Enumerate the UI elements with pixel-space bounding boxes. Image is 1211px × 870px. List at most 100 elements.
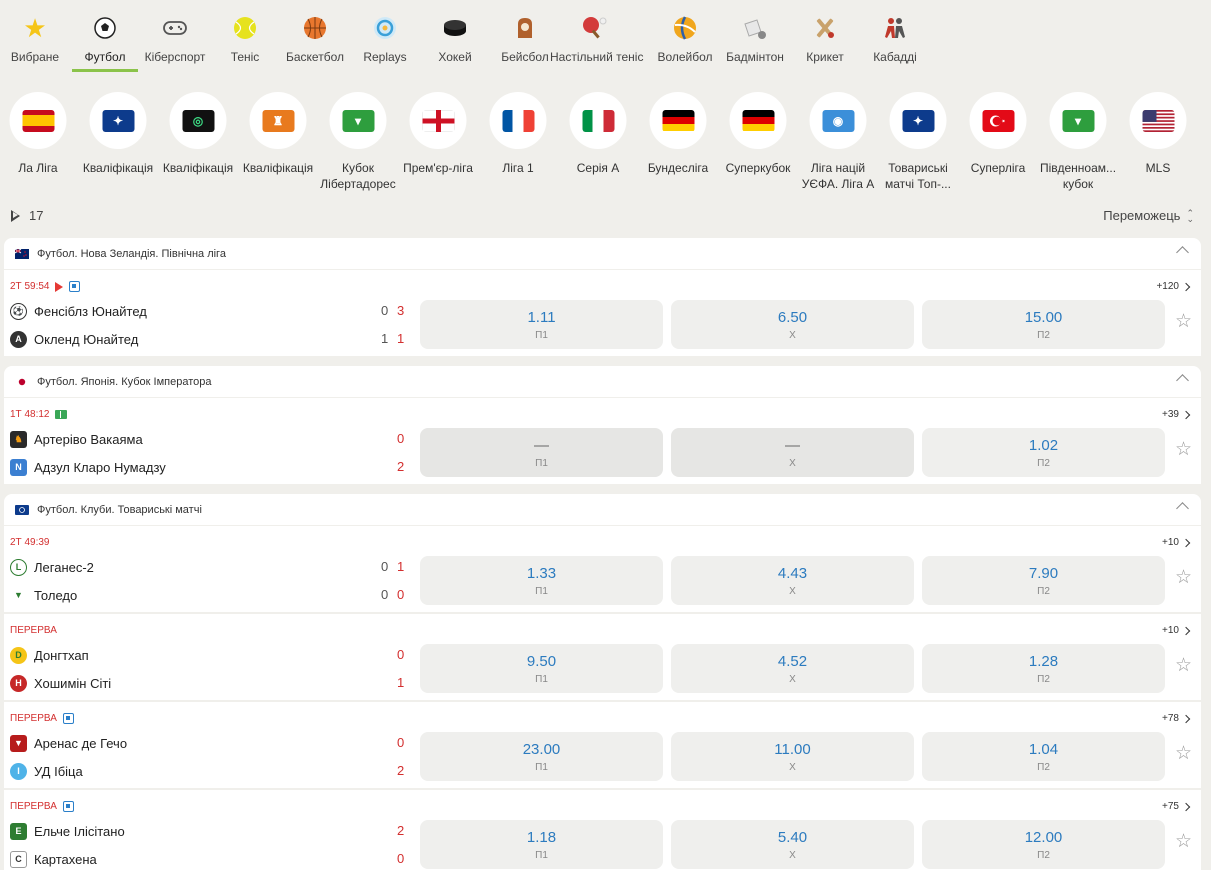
more-markets-link[interactable]: +120 bbox=[1156, 281, 1191, 292]
league-premier-league[interactable]: Прем'єр-ліга bbox=[398, 92, 478, 194]
team-logo-icon: N bbox=[10, 458, 27, 476]
odd-button-draw[interactable]: 4.52 Х bbox=[671, 644, 914, 693]
collapse-chevron-icon[interactable] bbox=[1176, 246, 1189, 259]
team-logo-icon: A bbox=[10, 330, 27, 348]
team-logo-icon: D bbox=[10, 646, 27, 664]
league-group-header[interactable]: Футбол. Нова Зеландія. Північна ліга bbox=[4, 238, 1201, 269]
more-markets-link[interactable]: +10 bbox=[1162, 625, 1191, 636]
odd-button-away[interactable]: 15.00 П2 bbox=[922, 300, 1165, 349]
odd-button-away[interactable]: 7.90 П2 bbox=[922, 556, 1165, 605]
odd-button-home[interactable]: 1.33 П1 bbox=[420, 556, 663, 605]
more-markets-link[interactable]: +10 bbox=[1162, 537, 1191, 548]
team-name: Окленд Юнайтед bbox=[34, 331, 139, 347]
champions-league-icon: ✦ bbox=[102, 109, 134, 132]
league-bundesliga[interactable]: Бундесліга bbox=[638, 92, 718, 194]
table-tennis-icon bbox=[582, 15, 608, 41]
sport-tab-kabaddi[interactable]: Кабадді bbox=[860, 0, 930, 72]
odd-button-away[interactable]: 1.02 П2 bbox=[922, 428, 1165, 477]
league-mls[interactable]: MLS bbox=[1118, 92, 1198, 194]
league-uel-qualification[interactable]: ♜ Кваліфікація bbox=[238, 92, 318, 194]
stream-icon[interactable] bbox=[62, 713, 74, 724]
favorite-star-icon[interactable]: ☆ bbox=[1175, 744, 1192, 763]
stream-icon[interactable] bbox=[69, 281, 81, 292]
league-supercup[interactable]: Суперкубок bbox=[718, 92, 798, 194]
odd-button-home[interactable]: 1.18 П1 bbox=[420, 820, 663, 869]
odd-key: Х bbox=[789, 674, 796, 685]
odd-key: П2 bbox=[1037, 850, 1050, 861]
odd-value: 12.00 bbox=[1024, 829, 1063, 846]
stream-icon[interactable] bbox=[62, 801, 74, 812]
team-name: Адзул Кларо Нумадзу bbox=[34, 459, 166, 475]
tennis-ball-icon bbox=[232, 15, 258, 41]
odd-key: П2 bbox=[1037, 458, 1050, 469]
favorite-star-icon[interactable]: ☆ bbox=[1175, 568, 1192, 587]
league-group-header[interactable]: Футбол. Клуби. Товариські матчі bbox=[4, 494, 1201, 525]
sort-dropdown[interactable]: Переможець ⌃ ⌄ bbox=[1103, 208, 1194, 223]
odd-button-home[interactable]: — П1 bbox=[420, 428, 663, 477]
germany-flag-icon bbox=[662, 109, 694, 132]
league-friendlies-top[interactable]: ✦ Товариські матчі Топ-... bbox=[878, 92, 958, 194]
odd-button-away[interactable]: 12.00 П2 bbox=[922, 820, 1165, 869]
league-label: Кваліфікація bbox=[162, 161, 234, 175]
chevron-right-icon bbox=[1181, 538, 1191, 547]
sports-bar: ★ Вибране Футбол Кіберспорт Теніс Баскет… bbox=[0, 0, 930, 72]
favorite-star-icon[interactable]: ☆ bbox=[1175, 440, 1192, 459]
league-serie-a[interactable]: Серія А bbox=[558, 92, 638, 194]
odd-button-away[interactable]: 1.04 П2 bbox=[922, 732, 1165, 781]
league-group-header[interactable]: Футбол. Японія. Кубок Імператора bbox=[4, 366, 1201, 397]
favorite-star-icon[interactable]: ☆ bbox=[1175, 312, 1192, 331]
league-ucl-qualification[interactable]: ✦ Кваліфікація bbox=[78, 92, 158, 194]
odd-value: 1.28 bbox=[1028, 653, 1059, 670]
more-markets-link[interactable]: +39 bbox=[1162, 409, 1191, 420]
live-video-icon[interactable] bbox=[55, 281, 64, 292]
league-label: MLS bbox=[1145, 161, 1171, 175]
live-filter[interactable]: 17 bbox=[11, 208, 43, 223]
field-icon[interactable] bbox=[55, 410, 68, 419]
league-super-lig[interactable]: Суперліга bbox=[958, 92, 1038, 194]
league-label: Ліга націй УЄФА. Ліга А bbox=[801, 161, 875, 191]
odd-button-home[interactable]: 9.50 П1 bbox=[420, 644, 663, 693]
odd-button-home[interactable]: 1.11 П1 bbox=[420, 300, 663, 349]
odd-button-draw[interactable]: 4.43 Х bbox=[671, 556, 914, 605]
usa-flag-icon bbox=[1142, 109, 1174, 132]
match-row[interactable]: 2Т 59:54 ⚽ Фенсіблз Юнайтед A Окленд Юна… bbox=[4, 270, 1201, 356]
league-ligue-1[interactable]: Ліга 1 bbox=[478, 92, 558, 194]
match-row[interactable]: ПЕРЕРВА ▼ Аренас де Гечо I УД Ібіца 0 2 … bbox=[4, 702, 1201, 788]
match-row[interactable]: 1Т 48:12 ♞ Артеріво Вакаяма N Адзул Клар… bbox=[4, 398, 1201, 484]
league-uecl-qualification[interactable]: ◎ Кваліфікація bbox=[158, 92, 238, 194]
odd-button-draw[interactable]: 6.50 Х bbox=[671, 300, 914, 349]
odd-value: 9.50 bbox=[526, 653, 557, 670]
active-tab-indicator bbox=[72, 69, 138, 72]
odd-value: 11.00 bbox=[774, 741, 811, 758]
team-away: ▼ Толедо bbox=[10, 585, 77, 605]
team-away: N Адзул Кларо Нумадзу bbox=[10, 457, 166, 477]
match-row[interactable]: 2Т 49:39 L Леганес-2 ▼ Толедо 0 1 0 0 1.… bbox=[4, 526, 1201, 612]
odd-button-away[interactable]: 1.28 П2 bbox=[922, 644, 1165, 693]
play-icon bbox=[11, 209, 20, 222]
odd-value: 15.00 bbox=[1024, 309, 1063, 326]
league-group-title: Футбол. Японія. Кубок Імператора bbox=[37, 375, 212, 388]
team-home: ♞ Артеріво Вакаяма bbox=[10, 429, 143, 449]
collapse-chevron-icon[interactable] bbox=[1176, 374, 1189, 387]
favorite-star-icon[interactable]: ☆ bbox=[1175, 656, 1192, 675]
new-zealand-flag-icon bbox=[15, 248, 29, 259]
collapse-chevron-icon[interactable] bbox=[1176, 502, 1189, 515]
match-row[interactable]: ПЕРЕРВА D Донгтхап H Хошимін Сіті 0 1 9.… bbox=[4, 614, 1201, 700]
odd-button-draw[interactable]: 5.40 Х bbox=[671, 820, 914, 869]
favorite-star-icon[interactable]: ☆ bbox=[1175, 832, 1192, 851]
odd-button-draw[interactable]: 11.00 Х bbox=[671, 732, 914, 781]
more-markets-link[interactable]: +75 bbox=[1162, 801, 1191, 812]
odd-value: 1.33 bbox=[526, 565, 557, 582]
odd-value: 1.18 bbox=[526, 829, 557, 846]
sport-tab-table-tennis[interactable]: Настільний теніс bbox=[550, 0, 643, 72]
odd-button-home[interactable]: 23.00 П1 bbox=[420, 732, 663, 781]
team-name: Толедо bbox=[34, 587, 78, 603]
more-markets-link[interactable]: +78 bbox=[1162, 713, 1191, 724]
match-row[interactable]: ПЕРЕРВА E Ельче Ілісітано C Картахена 2 … bbox=[4, 790, 1201, 870]
more-markets-count: +39 bbox=[1162, 409, 1179, 420]
league-nations-league[interactable]: ◉ Ліга націй УЄФА. Ліга А bbox=[798, 92, 878, 194]
league-la-liga[interactable]: Ла Ліга bbox=[0, 92, 78, 194]
league-libertadores[interactable]: ▾ Кубок Лібертадорес bbox=[318, 92, 398, 194]
league-sudamericana[interactable]: ▾ Південноам... кубок bbox=[1038, 92, 1118, 194]
odd-button-draw[interactable]: — Х bbox=[671, 428, 914, 477]
